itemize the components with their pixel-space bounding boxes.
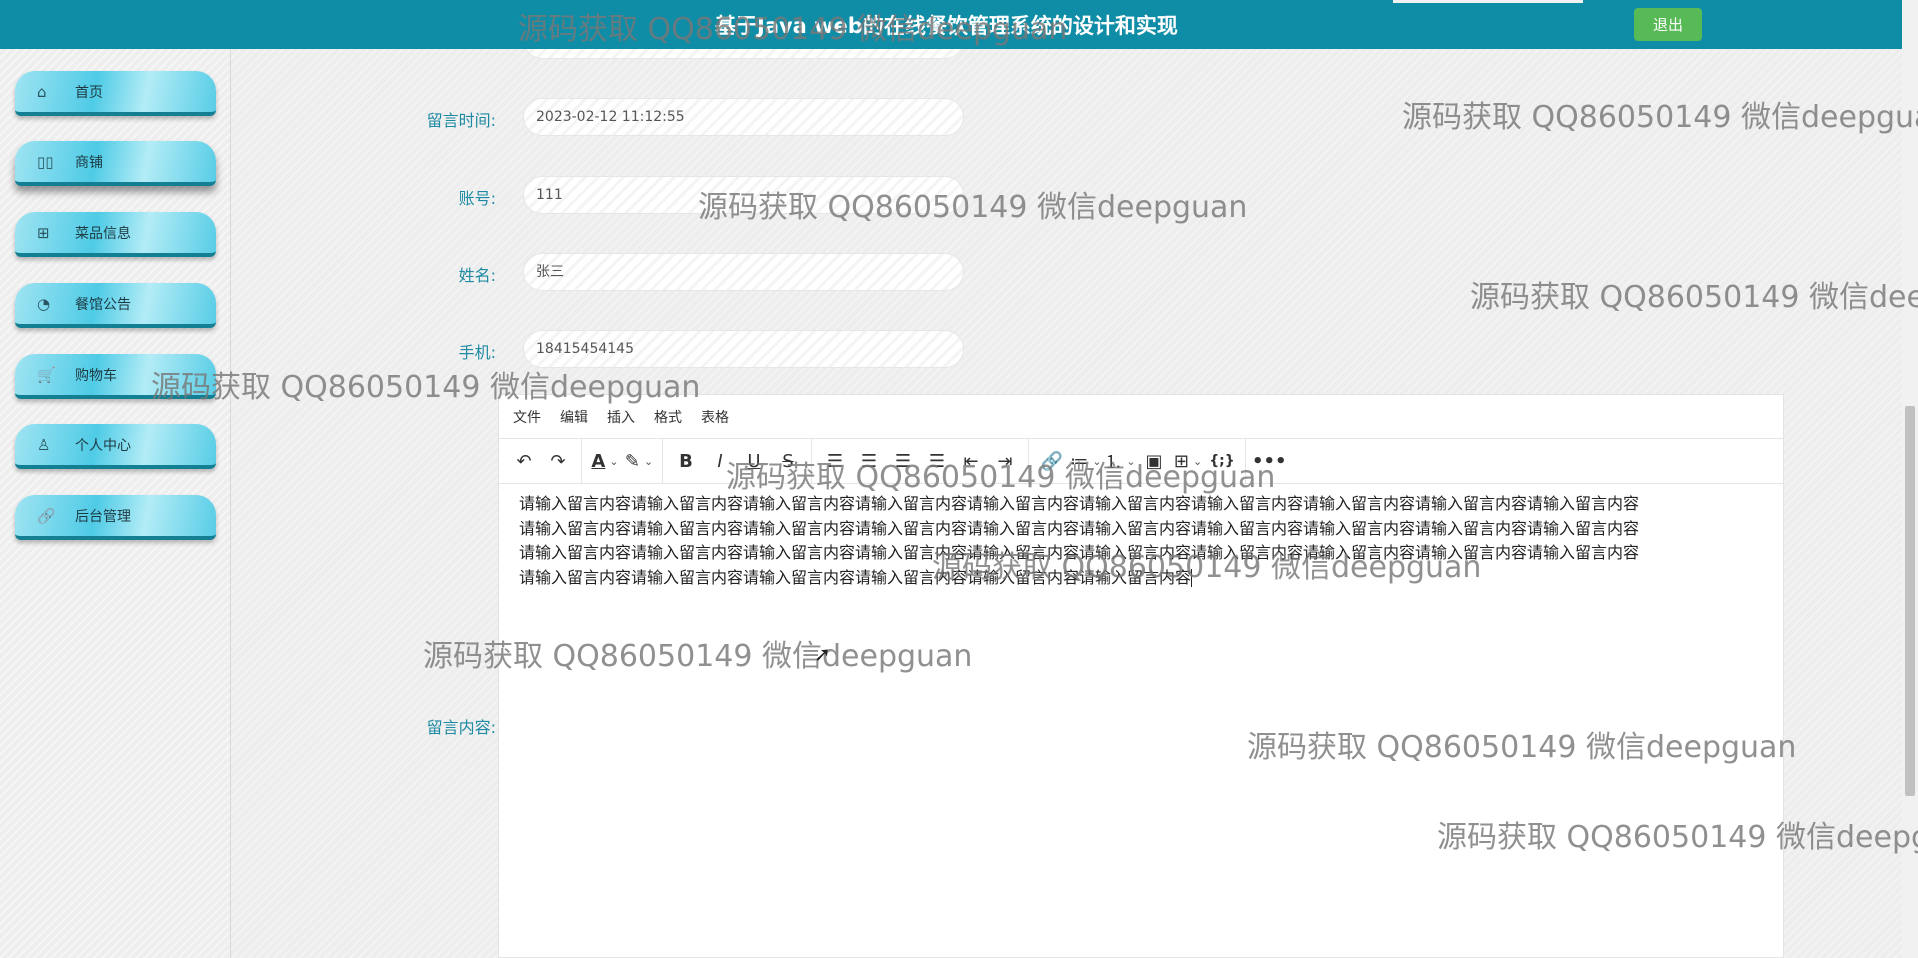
page-scrollbar[interactable] [1902,0,1918,958]
editor-line: 请输入留言内容请输入留言内容请输入留言内容请输入留言内容请输入留言内容请输入留言… [519,494,1640,513]
editor-content[interactable]: 请输入留言内容请输入留言内容请输入留言内容请输入留言内容请输入留言内容请输入留言… [499,484,1783,590]
home-icon: ⌂ [37,82,47,101]
sidebar-item-admin[interactable]: 🔗 后台管理 [15,495,216,540]
code-icon[interactable]: {;} [1205,446,1239,476]
sidebar-item-label: 首页 [75,84,103,101]
name-label: 姓名: [458,266,496,285]
image-icon[interactable]: ▣ [1137,446,1171,476]
sidebar-item-notices[interactable]: ◔ 餐馆公告 [15,283,216,328]
toolbar-divider [662,439,663,483]
content-label: 留言内容: [426,718,496,737]
mouse-cursor-icon: ➚ [814,642,831,666]
strikethrough-icon[interactable]: S [771,446,805,476]
align-left-icon[interactable]: ☰ [818,446,852,476]
sidebar-item-dishes[interactable]: ⊞ 菜品信息 [15,212,216,257]
menu-file[interactable]: 文件 [513,407,541,427]
page-title: 基于Java web的在线餐饮管理系统的设计和实现 [715,14,1178,38]
editor-line-text: 请输入留言内容请输入留言内容请输入留言内容请输入留言内容请输入留言内容请输入留言… [519,567,1192,587]
highlight-icon[interactable]: ✎ ⌄ [622,446,656,476]
user-icon: ♙ [37,435,51,454]
sidebar-item-label: 个人中心 [75,437,131,454]
watermark: 源码获取 QQ86050149 微信deepguan [1402,100,1918,135]
sidebar-item-label: 商铺 [75,154,103,171]
align-right-icon[interactable]: ☰ [886,446,920,476]
menu-edit[interactable]: 编辑 [560,407,588,427]
sidebar-item-cart[interactable]: 🛒 购物车 [15,354,216,399]
editor-line: 请输入留言内容请输入留言内容请输入留言内容请输入留言内容请输入留言内容请输入留言… [519,518,1640,538]
phone-field[interactable]: 18415454145 [523,330,964,368]
notice-icon: ◔ [37,294,51,313]
text-caret [1191,569,1193,587]
shop-icon: ▯▯ [37,152,54,171]
sidebar-item-label: 购物车 [75,367,117,384]
undo-icon[interactable]: ↶ [507,446,541,476]
redo-icon[interactable]: ↷ [541,446,575,476]
editor-line: 请输入留言内容请输入留言内容请输入留言内容请输入留言内容请输入留言内容请输入留言… [519,543,1640,562]
sidebar: ⌂ 首页 ▯▯ 商铺 ⊞ 菜品信息 ◔ 餐馆公告 🛒 购物车 ♙ 个人中心 🔗 … [0,49,231,958]
top-badge [1393,0,1583,3]
rich-text-editor: 文件 编辑 插入 格式 表格 ↶ ↷ A ⌄ ✎ ⌄ B I U S ☰ ☰ ☰ ☰… [498,394,1784,958]
align-justify-icon[interactable]: ☰ [920,446,954,476]
toolbar-divider [581,439,582,483]
align-center-icon[interactable]: ☰ [852,446,886,476]
account-field[interactable]: 111 [523,176,964,214]
indent-increase-icon[interactable]: ⇥ [988,446,1022,476]
phone-label: 手机: [458,343,496,362]
name-field[interactable]: 张三 [523,253,964,291]
top-bar: 基于Java web的在线餐饮管理系统的设计和实现 退出 [0,0,1902,49]
account-label: 账号: [458,189,496,208]
more-icon[interactable]: ••• [1252,446,1287,476]
link-insert-icon[interactable]: 🔗 [1035,446,1069,476]
menu-format[interactable]: 格式 [654,407,682,427]
editor-toolbar: ↶ ↷ A ⌄ ✎ ⌄ B I U S ☰ ☰ ☰ ☰ ⇤ ⇥ 🔗 ≔ ⌄ ⒈ ⌄ ▣ … [499,439,1783,484]
editor-line: 请输入留言内容请输入留言内容请输入留言内容请输入留言内容请输入留言内容请输入留言… [519,566,1763,591]
link-icon: 🔗 [37,506,56,525]
indent-decrease-icon[interactable]: ⇤ [954,446,988,476]
sidebar-item-label: 后台管理 [75,508,131,525]
editor-menubar: 文件 编辑 插入 格式 表格 [499,395,1783,439]
sidebar-item-shop[interactable]: ▯▯ 商铺 [15,141,216,186]
watermark: 源码获取 QQ86050149 微信deepguan [1470,280,1918,315]
table-icon[interactable]: ⊞ ⌄ [1171,446,1205,476]
cart-icon: 🛒 [37,365,56,384]
sidebar-item-label: 餐馆公告 [75,296,131,313]
bullet-list-icon[interactable]: ≔ ⌄ [1069,446,1103,476]
italic-icon[interactable]: I [703,446,737,476]
toolbar-divider [1245,439,1246,483]
text-color-icon[interactable]: A ⌄ [588,446,622,476]
sidebar-item-profile[interactable]: ♙ 个人中心 [15,424,216,469]
dish-icon: ⊞ [37,223,50,242]
toolbar-divider [1028,439,1029,483]
bold-icon[interactable]: B [669,446,703,476]
scrollbar-thumb[interactable] [1905,406,1915,796]
toolbar-divider [811,439,812,483]
menu-insert[interactable]: 插入 [607,407,635,427]
sidebar-item-label: 菜品信息 [75,225,131,242]
time-field[interactable]: 2023-02-12 11:12:55 [523,98,964,136]
underline-icon[interactable]: U [737,446,771,476]
logout-button[interactable]: 退出 [1634,8,1702,41]
menu-table[interactable]: 表格 [701,407,729,427]
numbered-list-icon[interactable]: ⒈ ⌄ [1103,446,1137,476]
time-label: 留言时间: [426,111,496,130]
sidebar-item-home[interactable]: ⌂ 首页 [15,71,216,116]
